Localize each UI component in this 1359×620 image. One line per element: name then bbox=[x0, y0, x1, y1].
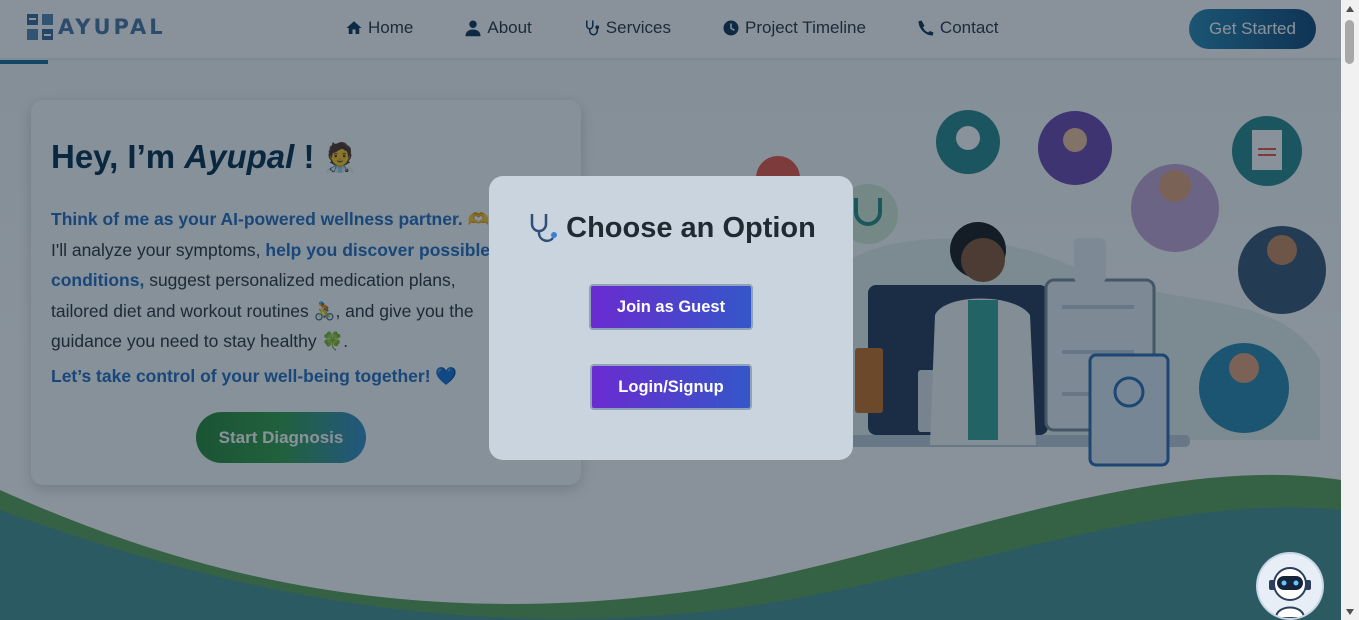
join-as-guest-button[interactable]: Join as Guest bbox=[589, 284, 753, 330]
login-signup-button[interactable]: Login/Signup bbox=[590, 364, 752, 410]
scroll-down-arrow-icon[interactable] bbox=[1341, 603, 1359, 620]
landing-page: AYUPAL Home About Services Project Timel… bbox=[0, 0, 1341, 620]
modal-title: Choose an Option bbox=[489, 211, 853, 245]
stethoscope-icon bbox=[530, 214, 558, 243]
modal-title-text: Choose an Option bbox=[566, 211, 816, 244]
vertical-scrollbar[interactable] bbox=[1341, 0, 1359, 620]
chatbot-launcher[interactable] bbox=[1258, 554, 1322, 618]
scrollbar-thumb[interactable] bbox=[1345, 20, 1354, 64]
scroll-up-arrow-icon[interactable] bbox=[1341, 0, 1359, 17]
choose-option-modal: Choose an Option Join as Guest Login/Sig… bbox=[489, 176, 853, 460]
robot-assistant-icon bbox=[1269, 567, 1311, 618]
